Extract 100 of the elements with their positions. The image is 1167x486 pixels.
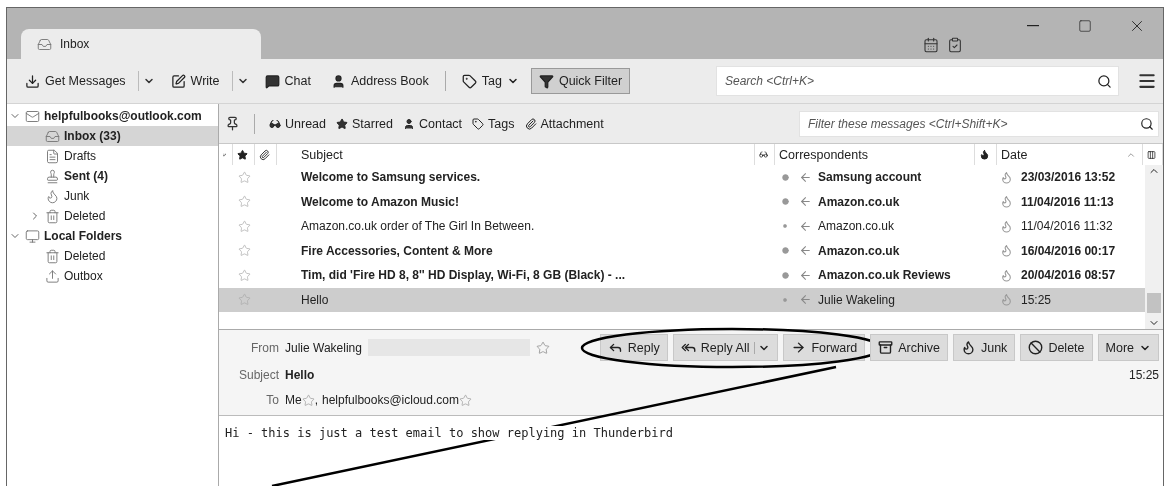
star-icon[interactable] bbox=[237, 268, 251, 282]
subject-text: Fire Accessories, Content & More bbox=[301, 243, 493, 258]
time-text: 15:25 bbox=[1128, 368, 1159, 382]
arrow-left-icon bbox=[799, 268, 812, 282]
columns-icon bbox=[1147, 148, 1156, 161]
message-row[interactable]: Welcome to Samsung services. Samsung account 23/03/2016 13:52 bbox=[219, 165, 1145, 190]
correspondent-text: Samsung account bbox=[818, 170, 922, 185]
action-button[interactable]: Delete bbox=[1020, 334, 1093, 361]
star-icon[interactable] bbox=[237, 195, 251, 209]
paperclip-icon bbox=[259, 148, 270, 161]
star-icon[interactable] bbox=[237, 170, 251, 184]
account-row[interactable]: Local Folders bbox=[7, 226, 218, 246]
star-icon bbox=[237, 148, 248, 161]
flame-icon[interactable] bbox=[999, 293, 1013, 307]
folder-item[interactable]: Inbox (33) bbox=[7, 126, 218, 146]
filter-toggle[interactable]: Tags bbox=[472, 116, 515, 131]
pin-icon[interactable] bbox=[225, 116, 240, 131]
filter-input[interactable]: Filter these messages <Ctrl+Shift+K> bbox=[806, 115, 1140, 132]
folder-label: Deleted bbox=[64, 209, 106, 223]
message-row[interactable]: Welcome to Amazon Music! Amazon.co.uk 11/04/2016 11:13 bbox=[219, 189, 1145, 214]
folder-item[interactable]: Deleted bbox=[7, 206, 218, 226]
folder-item[interactable]: Outbox bbox=[7, 266, 218, 286]
action-button[interactable]: Reply All bbox=[672, 334, 779, 361]
folder-item[interactable]: Deleted bbox=[7, 246, 218, 266]
toolbar-button[interactable]: Quick Filter bbox=[530, 68, 631, 94]
tag-icon bbox=[461, 73, 477, 89]
scroll-thumb[interactable] bbox=[1147, 293, 1161, 313]
action-button[interactable]: Archive bbox=[870, 334, 948, 361]
action-button[interactable]: Junk bbox=[952, 334, 1016, 361]
scrollbar[interactable] bbox=[1145, 165, 1163, 329]
read-status-dot-icon[interactable] bbox=[781, 173, 789, 181]
star-icon[interactable] bbox=[237, 244, 251, 258]
account-row[interactable]: helpfulbooks@outlook.com bbox=[7, 106, 218, 126]
filter-toggle[interactable]: Contact bbox=[403, 116, 463, 131]
filter-field[interactable]: Filter these messages <Ctrl+Shift+K> bbox=[799, 110, 1159, 137]
star-icon[interactable] bbox=[237, 293, 251, 307]
message-row[interactable]: Tim, did 'Fire HD 8, 8'' HD Display, Wi-Fi, 8 GB (Black) - ... Amazon.co.uk Reviews 20/04/2016 08:57 bbox=[219, 263, 1145, 288]
toolbar-button[interactable]: Tag bbox=[453, 68, 527, 94]
clipboard-check-icon[interactable] bbox=[947, 37, 963, 53]
message-row[interactable]: Hello Julie Wakeling 15:25 bbox=[219, 287, 1145, 312]
toolbar-button[interactable]: Address Book bbox=[322, 68, 437, 94]
stamp-icon bbox=[45, 168, 60, 184]
correspondent-text: Julie Wakeling bbox=[818, 292, 895, 307]
subject-text: Amazon.co.uk order of The Girl In Between. bbox=[301, 219, 535, 234]
pencil-icon bbox=[170, 73, 186, 89]
filter-toggle[interactable]: Starred bbox=[336, 116, 393, 131]
star-icon[interactable] bbox=[458, 393, 472, 407]
inbox-tray-icon bbox=[45, 128, 60, 144]
correspondent-text: Amazon.co.uk bbox=[818, 243, 900, 258]
trash-icon bbox=[45, 248, 60, 264]
folder-item[interactable]: Sent (4) bbox=[7, 166, 218, 186]
flame-icon bbox=[979, 148, 990, 161]
filter-icon bbox=[538, 73, 554, 89]
tab[interactable]: Inbox bbox=[21, 29, 261, 59]
subject-text: Hello bbox=[301, 292, 329, 307]
read-status-dot-icon[interactable] bbox=[781, 247, 789, 255]
read-status-dot-icon[interactable] bbox=[783, 224, 787, 229]
toolbar-button[interactable]: Get Messages bbox=[17, 68, 134, 94]
star-icon[interactable] bbox=[301, 393, 315, 407]
folder-label: Local Folders bbox=[44, 229, 123, 243]
star-icon[interactable] bbox=[237, 219, 251, 233]
toolbar-button[interactable]: Write bbox=[162, 68, 228, 94]
filter-toggle[interactable]: Unread bbox=[269, 116, 326, 131]
calendar-icon[interactable] bbox=[923, 37, 939, 53]
person-icon bbox=[330, 73, 346, 89]
flame-icon[interactable] bbox=[999, 244, 1013, 258]
monitor-icon bbox=[25, 228, 40, 244]
date-text: 23/03/2016 13:52 bbox=[1021, 170, 1116, 185]
field-label: Subject bbox=[237, 368, 280, 382]
recipient-name[interactable]: helpfulbooks@icloud.com bbox=[322, 393, 459, 407]
envelope-icon bbox=[25, 108, 40, 124]
message-row[interactable]: Fire Accessories, Content & More Amazon.co.uk 16/04/2016 00:17 bbox=[219, 238, 1145, 263]
folder-label: Drafts bbox=[64, 149, 96, 163]
read-status-dot-icon[interactable] bbox=[781, 198, 789, 206]
folder-item[interactable]: Junk bbox=[7, 186, 218, 206]
star-icon[interactable] bbox=[535, 340, 550, 355]
filter-toggle[interactable]: Attachment bbox=[524, 116, 604, 131]
flame-icon[interactable] bbox=[999, 170, 1013, 184]
toolbar-button[interactable]: Chat bbox=[256, 68, 319, 94]
sender-name[interactable]: Julie Wakeling bbox=[285, 340, 362, 355]
search-field[interactable]: Search <Ctrl+K> bbox=[716, 66, 1119, 96]
subject-value: Hello bbox=[285, 368, 315, 382]
glasses-icon bbox=[269, 117, 281, 130]
action-button[interactable]: Reply bbox=[599, 334, 668, 361]
flame-icon[interactable] bbox=[999, 268, 1013, 282]
flame-icon[interactable] bbox=[999, 219, 1013, 233]
menu-button[interactable] bbox=[1137, 71, 1157, 91]
message-row[interactable]: Amazon.co.uk order of The Girl In Between. Amazon.co.uk 11/04/2016 11:32 bbox=[219, 214, 1145, 239]
search-input[interactable]: Search <Ctrl+K> bbox=[723, 73, 1097, 89]
subject-text: Welcome to Amazon Music! bbox=[301, 194, 460, 209]
read-status-dot-icon[interactable] bbox=[781, 271, 789, 279]
flame-icon[interactable] bbox=[999, 195, 1013, 209]
recipient-name[interactable]: Me bbox=[285, 393, 302, 407]
read-status-dot-icon[interactable] bbox=[783, 297, 787, 302]
folder-label: Inbox (33) bbox=[64, 129, 121, 143]
date-text: 20/04/2016 08:57 bbox=[1021, 268, 1116, 283]
action-button[interactable]: Forward bbox=[783, 334, 866, 361]
folder-item[interactable]: Drafts bbox=[7, 146, 218, 166]
action-button[interactable]: More bbox=[1097, 334, 1159, 361]
inbox-tray-icon bbox=[37, 36, 52, 52]
